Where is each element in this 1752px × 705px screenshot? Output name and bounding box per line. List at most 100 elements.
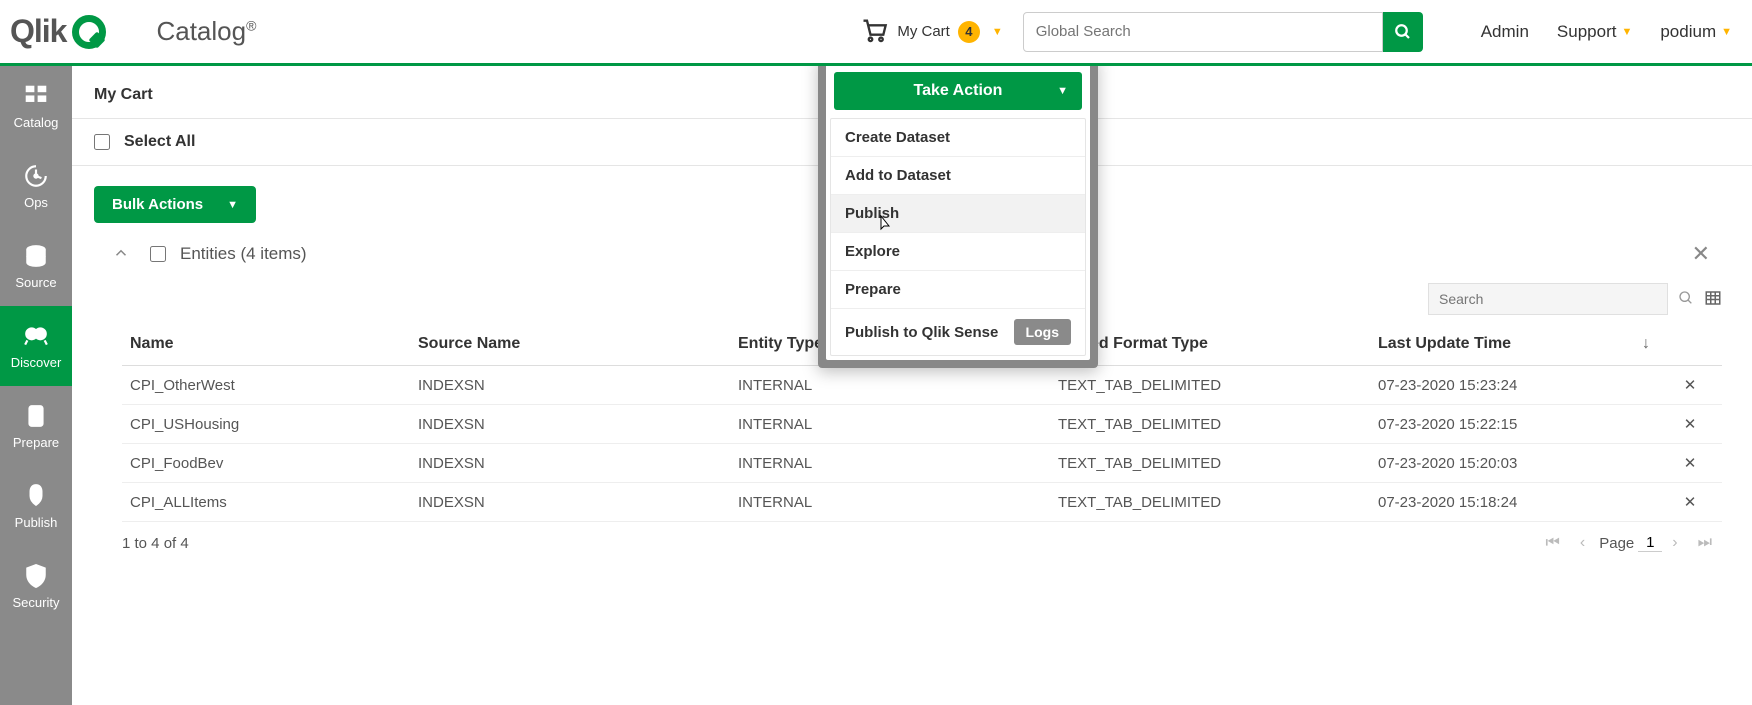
table-row[interactable]: CPI_FoodBev INDEXSN INTERNAL TEXT_TAB_DE… xyxy=(122,444,1722,483)
sidebar-item-catalog[interactable]: Catalog xyxy=(0,66,72,146)
caret-down-icon: ▼ xyxy=(992,26,1003,38)
global-search-input[interactable] xyxy=(1023,12,1383,52)
sidebar: Catalog Ops Source Discover Prepare Publ… xyxy=(0,66,72,705)
col-updated[interactable]: Last Update Time ↓ xyxy=(1370,323,1658,366)
global-search xyxy=(1023,12,1423,52)
logs-button[interactable]: Logs xyxy=(1014,319,1071,345)
cell-name: CPI_OtherWest xyxy=(122,366,410,405)
page-label: Page xyxy=(1599,535,1634,552)
pagination: 1 to 4 of 4 ⏮ ‹ Page › ⏭ xyxy=(72,522,1752,552)
logo[interactable]: Qlik xyxy=(10,13,106,50)
bulk-actions-label: Bulk Actions xyxy=(112,196,203,213)
page-next-button[interactable]: › xyxy=(1672,534,1677,552)
col-name[interactable]: Name xyxy=(122,323,410,366)
cart-icon xyxy=(859,16,889,47)
page-number-input[interactable] xyxy=(1638,534,1662,552)
table-search-input[interactable] xyxy=(1428,283,1668,315)
menu-item-create-dataset[interactable]: Create Dataset xyxy=(831,119,1085,157)
sidebar-item-label: Source xyxy=(15,275,56,290)
table-row[interactable]: CPI_OtherWest INDEXSN INTERNAL TEXT_TAB_… xyxy=(122,366,1722,405)
sidebar-item-prepare[interactable]: Prepare xyxy=(0,386,72,466)
cell-updated: 07-23-2020 15:20:03 xyxy=(1370,444,1658,483)
remove-row-button[interactable]: ✕ xyxy=(1658,366,1722,405)
menu-item-explore[interactable]: Explore xyxy=(831,233,1085,271)
menu-item-add-to-dataset[interactable]: Add to Dataset xyxy=(831,157,1085,195)
topbar: Qlik Catalog® My Cart 4 ▼ Admin Support▼… xyxy=(0,0,1752,66)
support-menu[interactable]: Support▼ xyxy=(1557,22,1632,42)
cell-updated: 07-23-2020 15:23:24 xyxy=(1370,366,1658,405)
columns-icon[interactable] xyxy=(1704,289,1722,310)
cell-name: CPI_FoodBev xyxy=(122,444,410,483)
cell-etype: INTERNAL xyxy=(730,405,1050,444)
sidebar-item-label: Catalog xyxy=(14,115,59,130)
col-format[interactable]: Stored Format Type xyxy=(1050,323,1370,366)
cell-updated: 07-23-2020 15:22:15 xyxy=(1370,405,1658,444)
logo-icon xyxy=(72,15,106,49)
menu-item-publish[interactable]: Publish xyxy=(831,195,1085,233)
col-source[interactable]: Source Name xyxy=(410,323,730,366)
page-first-button[interactable]: ⏮ xyxy=(1545,534,1559,552)
table-row[interactable]: CPI_USHousing INDEXSN INTERNAL TEXT_TAB_… xyxy=(122,405,1722,444)
user-menu[interactable]: podium▼ xyxy=(1660,22,1732,42)
sidebar-item-source[interactable]: Source xyxy=(0,226,72,306)
entities-checkbox[interactable] xyxy=(150,246,166,262)
brand-name: Catalog xyxy=(156,16,246,46)
cell-name: CPI_ALLItems xyxy=(122,483,410,522)
cell-source: INDEXSN xyxy=(410,405,730,444)
cell-updated: 07-23-2020 15:18:24 xyxy=(1370,483,1658,522)
sidebar-item-label: Publish xyxy=(15,515,58,530)
sort-desc-icon: ↓ xyxy=(1642,335,1650,353)
remove-row-button[interactable]: ✕ xyxy=(1658,444,1722,483)
cell-source: INDEXSN xyxy=(410,444,730,483)
select-all-checkbox[interactable] xyxy=(94,134,110,150)
brand-title: Catalog® xyxy=(156,16,256,47)
table-row[interactable]: CPI_ALLItems INDEXSN INTERNAL TEXT_TAB_D… xyxy=(122,483,1722,522)
cell-name: CPI_USHousing xyxy=(122,405,410,444)
caret-down-icon: ▼ xyxy=(1057,85,1068,97)
cell-source: INDEXSN xyxy=(410,483,730,522)
my-cart-button[interactable]: My Cart 4 ▼ xyxy=(859,16,1002,47)
page-info: 1 to 4 of 4 xyxy=(122,535,189,552)
admin-link[interactable]: Admin xyxy=(1481,22,1529,42)
sidebar-item-ops[interactable]: Ops xyxy=(0,146,72,226)
menu-item-publish-qlik-sense[interactable]: Publish to Qlik Sense Logs xyxy=(831,309,1085,355)
select-all-label: Select All xyxy=(124,133,195,151)
cart-count-badge: 4 xyxy=(958,21,980,43)
cell-format: TEXT_TAB_DELIMITED xyxy=(1050,405,1370,444)
sidebar-item-discover[interactable]: Discover xyxy=(0,306,72,386)
entities-title: Entities (4 items) xyxy=(180,244,307,264)
cell-format: TEXT_TAB_DELIMITED xyxy=(1050,444,1370,483)
search-icon[interactable] xyxy=(1678,290,1694,309)
logo-text: Qlik xyxy=(10,13,66,50)
take-action-menu: Create Dataset Add to Dataset Publish Ex… xyxy=(830,118,1086,356)
sidebar-item-label: Prepare xyxy=(13,435,59,450)
cell-format: TEXT_TAB_DELIMITED xyxy=(1050,483,1370,522)
page-last-button[interactable]: ⏭ xyxy=(1698,534,1712,552)
cell-format: TEXT_TAB_DELIMITED xyxy=(1050,366,1370,405)
sidebar-item-security[interactable]: Security xyxy=(0,546,72,626)
take-action-button[interactable]: Take Action ▼ xyxy=(834,72,1082,110)
global-search-button[interactable] xyxy=(1383,12,1423,52)
sidebar-item-label: Ops xyxy=(24,195,48,210)
cell-etype: INTERNAL xyxy=(730,444,1050,483)
cell-etype: INTERNAL xyxy=(730,366,1050,405)
sidebar-item-label: Discover xyxy=(11,355,62,370)
page-prev-button[interactable]: ‹ xyxy=(1580,534,1585,552)
caret-down-icon: ▼ xyxy=(1721,26,1732,38)
menu-item-prepare[interactable]: Prepare xyxy=(831,271,1085,309)
cell-etype: INTERNAL xyxy=(730,483,1050,522)
take-action-popover: Take Action ▼ Create Dataset Add to Data… xyxy=(818,66,1098,368)
brand-suffix: ® xyxy=(246,17,256,33)
close-section-button[interactable]: ✕ xyxy=(1692,241,1710,267)
main-content: My Cart Select All Bulk Actions ▼ Entiti… xyxy=(72,66,1752,705)
caret-down-icon: ▼ xyxy=(1621,26,1632,38)
collapse-icon[interactable] xyxy=(112,244,130,265)
cart-label: My Cart xyxy=(897,23,950,40)
caret-down-icon: ▼ xyxy=(227,199,238,211)
remove-row-button[interactable]: ✕ xyxy=(1658,405,1722,444)
cell-source: INDEXSN xyxy=(410,366,730,405)
remove-row-button[interactable]: ✕ xyxy=(1658,483,1722,522)
sidebar-item-publish[interactable]: Publish xyxy=(0,466,72,546)
sidebar-item-label: Security xyxy=(13,595,60,610)
bulk-actions-button[interactable]: Bulk Actions ▼ xyxy=(94,186,256,223)
